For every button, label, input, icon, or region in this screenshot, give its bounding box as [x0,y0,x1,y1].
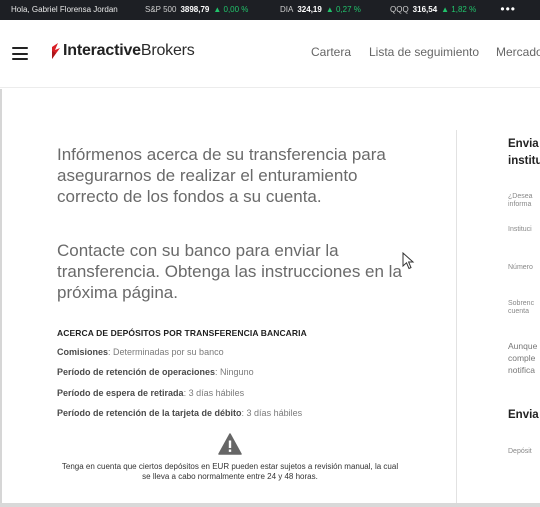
bottom-scroll-bar [0,503,540,507]
market-ticker-bar: Hola, Gabriel Florensa Jordan S&P 500 38… [0,0,540,20]
ticker-change: ▲ 0,00 % [213,5,249,14]
field-label-account-nickname: Sobrenc cuenta [508,300,535,315]
more-options-icon[interactable]: ••• [500,2,516,16]
nav-cartera[interactable]: Cartera [311,45,351,59]
right-note: Aunque comple notifica [508,341,538,375]
info-row-fees: Comisiones: Determinadas por su banco [57,347,224,357]
user-greeting: Hola, Gabriel Florensa Jordan [11,5,118,14]
ticker-symbol: S&P 500 [145,5,177,14]
ticker-symbol: QQQ [390,5,409,14]
interactive-brokers-logo[interactable]: InteractiveBrokers [49,42,195,60]
mouse-pointer-icon [402,252,415,270]
ticker-item-dia[interactable]: DIA 324,19 ▲ 0,27 % [280,5,361,14]
right-section-title-2: Envia [508,409,539,421]
site-header: InteractiveBrokers Cartera Lista de segu… [0,20,540,88]
ticker-value: 316,54 [412,5,438,14]
nav-mercado[interactable]: Mercado [496,45,540,59]
section-title-wire-deposits: ACERCA DE DEPÓSITOS POR TRANSFERENCIA BA… [57,328,307,338]
field-label-institution: Instituci [508,226,532,233]
ticker-value: 324,19 [297,5,322,14]
ticker-change: ▲ 1,82 % [441,5,477,14]
ticker-change: ▲ 0,27 % [325,5,361,14]
eur-review-notice: Tenga en cuenta que ciertos depósitos en… [61,462,399,481]
ticker-item-qqq[interactable]: QQQ 316,54 ▲ 1,82 % [390,5,476,14]
ticker-value: 3898,79 [180,5,210,14]
intro-paragraph-2: Contacte con su banco para enviar la tra… [57,241,402,302]
left-edge-strip [0,89,2,507]
ticker-symbol: DIA [280,5,294,14]
warning-icon [218,433,242,455]
column-divider [456,130,457,507]
right-section-title-1: Envia institu [508,138,540,167]
info-row-trade-hold: Período de retención de operaciones: Nin… [57,367,254,377]
info-row-debit-card-hold: Período de retención de la tarjeta de dé… [57,408,303,418]
right-question: ¿Desea informa [508,193,533,208]
field-label-deposit: Depósit [508,448,532,455]
nav-lista-de-seguimiento[interactable]: Lista de seguimiento [369,45,479,59]
brand-name: InteractiveBrokers [63,42,195,59]
info-row-withdrawal-wait: Período de espera de retirada: 3 días há… [57,388,245,398]
intro-paragraph-1: Infórmenos acerca de su transferencia pa… [57,145,386,206]
hamburger-menu-icon[interactable] [12,47,28,60]
ib-flame-icon [52,43,60,59]
field-label-number: Número [508,264,533,271]
ticker-item-sp500[interactable]: S&P 500 3898,79 ▲ 0,00 % [145,5,248,14]
